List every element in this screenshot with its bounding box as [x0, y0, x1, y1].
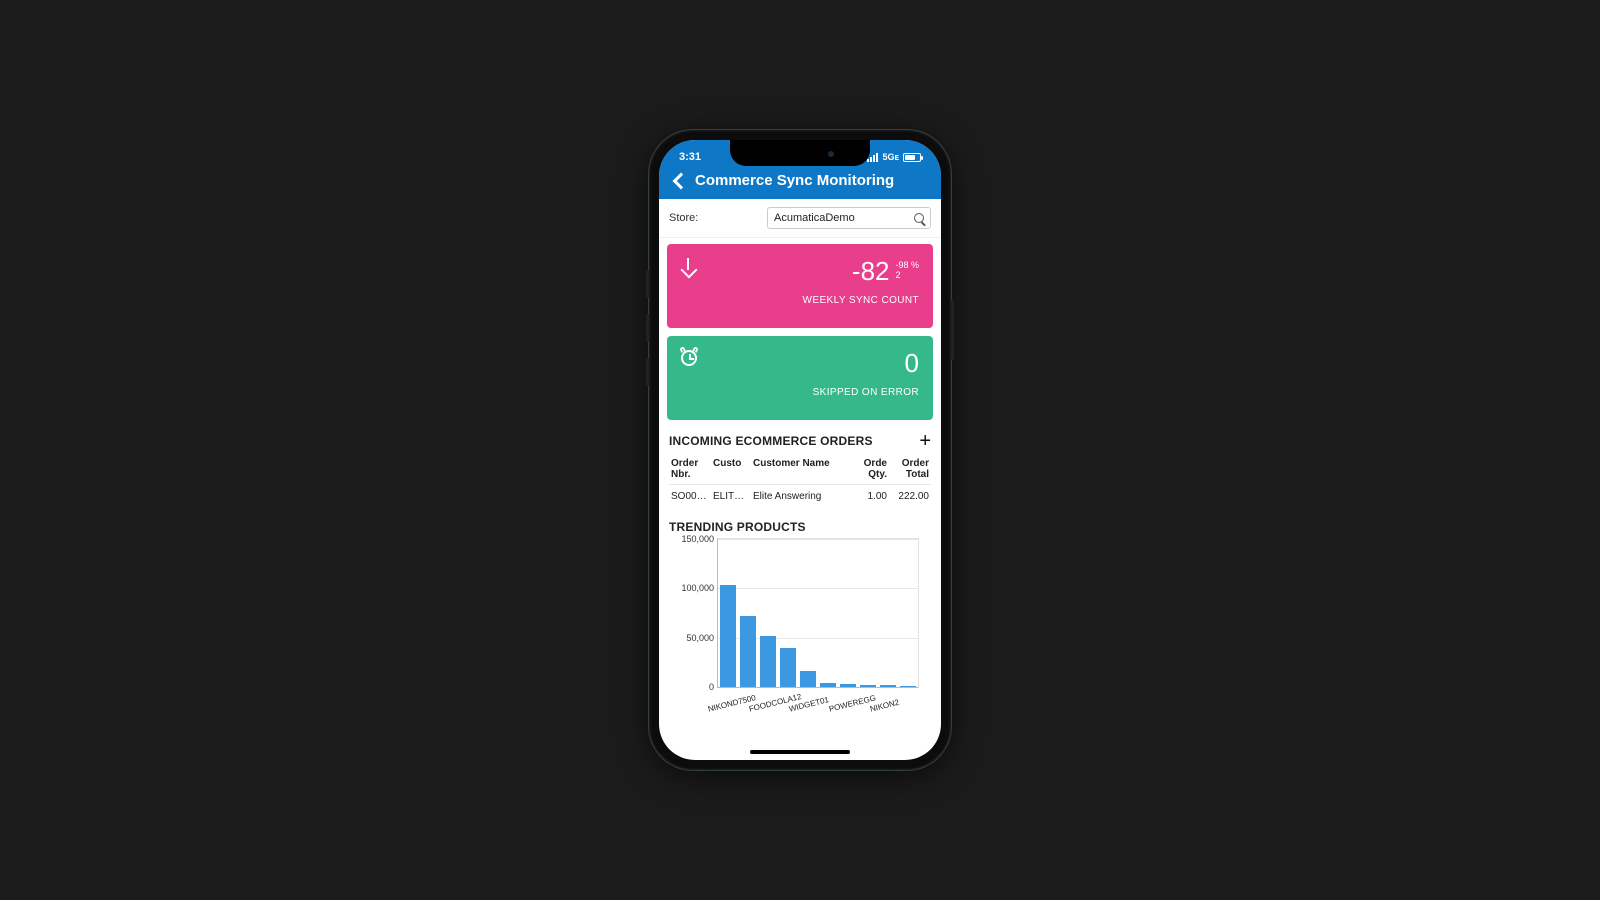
orders-header-row: Order Nbr. Custo Customer Name Orde Qty.…: [669, 454, 931, 485]
sync-label: WEEKLY SYNC COUNT: [681, 295, 919, 306]
sync-value: -82: [852, 256, 890, 287]
network-label: 5Gᴇ: [882, 152, 899, 162]
chart-bar[interactable]: [720, 585, 736, 687]
col-customer[interactable]: Custo: [711, 454, 751, 485]
chart-bar[interactable]: [860, 685, 876, 687]
table-row[interactable]: SO00… ELIT… Elite Answering 1.00 222.00: [669, 485, 931, 509]
chart-bar[interactable]: [740, 616, 756, 687]
store-select[interactable]: AcumaticaDemo: [767, 207, 931, 229]
status-right: 5Gᴇ: [867, 152, 921, 162]
arrow-down-icon: [681, 258, 695, 272]
y-tick: 150,000: [670, 534, 714, 544]
skipped-label: SKIPPED ON ERROR: [681, 387, 919, 398]
orders-section: INCOMING ECOMMERCE ORDERS + Order Nbr. C…: [659, 426, 941, 512]
col-customer-name[interactable]: Customer Name: [751, 454, 853, 485]
store-value: AcumaticaDemo: [774, 212, 855, 224]
device-notch: [730, 140, 870, 166]
sync-delta: -98 %2: [895, 256, 919, 280]
kpi-cards: -82 -98 %2 WEEKLY SYNC COUNT 0 SK: [659, 238, 941, 426]
page-title: Commerce Sync Monitoring: [695, 172, 894, 189]
trending-section: TRENDING PRODUCTS 050,000100,000150,000 …: [659, 512, 941, 738]
phone-frame: 3:31 5Gᴇ Commerce Sync Monitoring Store:…: [649, 130, 951, 770]
trending-title: TRENDING PRODUCTS: [669, 520, 806, 534]
add-order-icon[interactable]: +: [919, 434, 931, 448]
status-time: 3:31: [679, 151, 701, 163]
chart-bar[interactable]: [880, 685, 896, 687]
alarm-clock-icon: [681, 350, 697, 366]
search-icon: [914, 213, 924, 223]
skipped-value: 0: [905, 348, 919, 379]
col-order-qty[interactable]: Orde Qty.: [853, 454, 889, 485]
chart-bar[interactable]: [780, 648, 796, 687]
y-tick: 50,000: [670, 633, 714, 643]
y-tick: 100,000: [670, 583, 714, 593]
col-order-nbr[interactable]: Order Nbr.: [669, 454, 711, 485]
col-order-total[interactable]: Order Total: [889, 454, 931, 485]
orders-table: Order Nbr. Custo Customer Name Orde Qty.…: [669, 454, 931, 508]
app-screen: 3:31 5Gᴇ Commerce Sync Monitoring Store:…: [659, 140, 941, 760]
chart-bar[interactable]: [760, 636, 776, 687]
back-icon[interactable]: [673, 172, 690, 189]
chart-bar[interactable]: [800, 671, 816, 687]
orders-title: INCOMING ECOMMERCE ORDERS: [669, 434, 873, 448]
title-row: Commerce Sync Monitoring: [669, 166, 931, 189]
trending-chart: 050,000100,000150,000 NIKOND7500FOODCOLA…: [669, 534, 931, 734]
skipped-error-card[interactable]: 0 SKIPPED ON ERROR: [667, 336, 933, 420]
store-label: Store:: [669, 212, 759, 224]
chart-bar[interactable]: [820, 683, 836, 687]
chart-bar[interactable]: [840, 684, 856, 687]
store-selector-row: Store: AcumaticaDemo: [659, 199, 941, 238]
y-tick: 0: [670, 682, 714, 692]
battery-icon: [903, 153, 921, 162]
weekly-sync-card[interactable]: -82 -98 %2 WEEKLY SYNC COUNT: [667, 244, 933, 328]
chart-bar[interactable]: [900, 686, 916, 687]
home-indicator[interactable]: [750, 750, 850, 754]
